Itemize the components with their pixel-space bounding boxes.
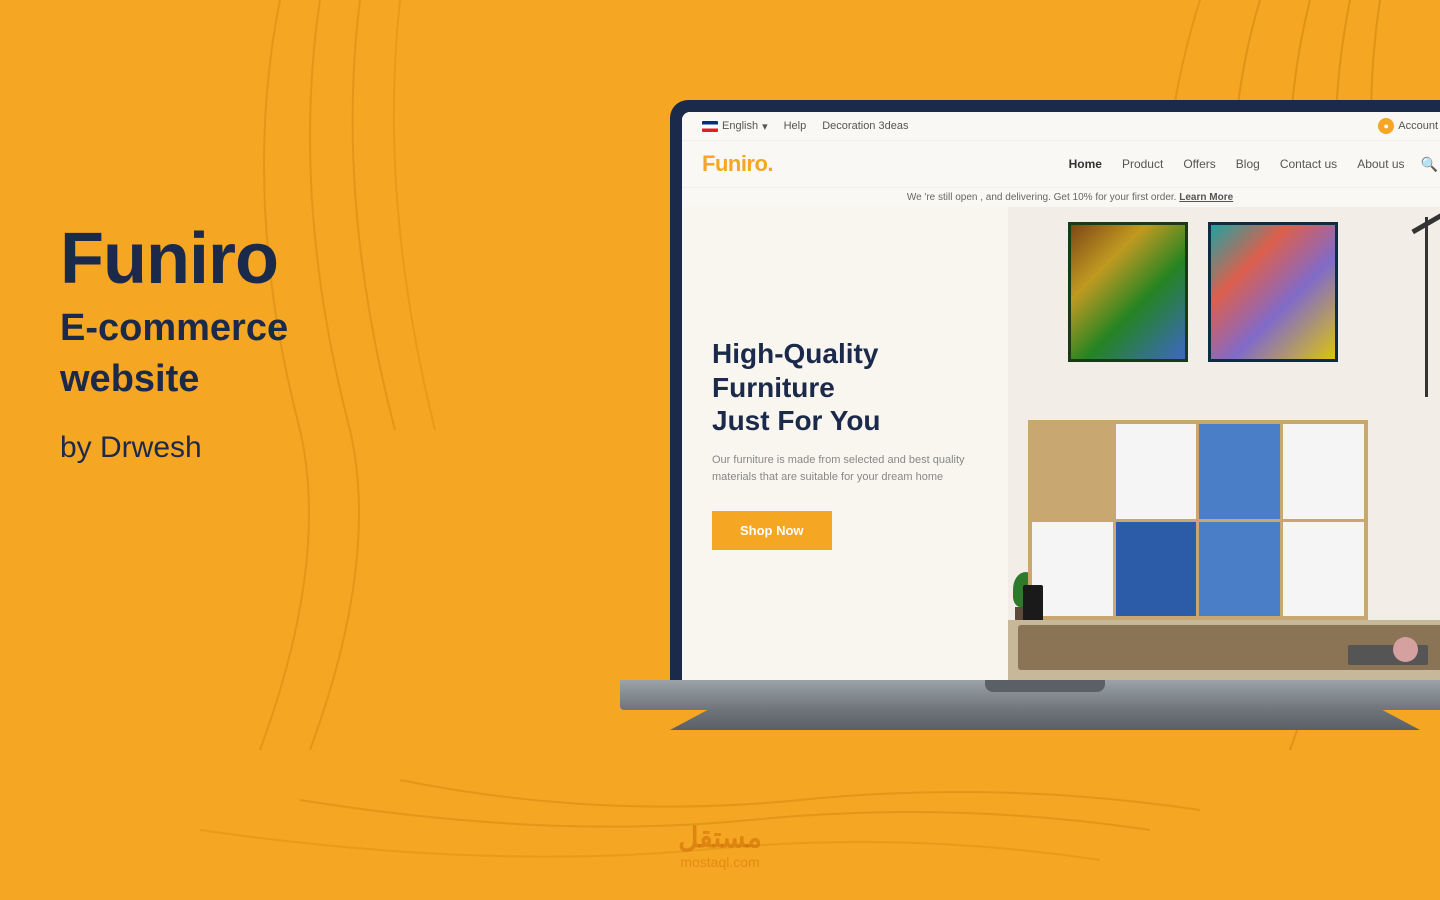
laptop-base [620,680,1440,710]
floor-items [1348,645,1428,665]
hero-left: High-Quality Furniture Just For You Our … [682,207,1008,680]
search-icon[interactable]: 🔍 [1421,156,1438,173]
website-ui: English ▾ Help Decoration 3deas ● Accoun… [682,112,1440,680]
author-byline: by Drwesh [60,431,288,465]
announcement-text: We 're still open , and delivering. Get … [907,192,1177,203]
shelf-cell [1116,522,1197,617]
account-section[interactable]: ● Account [1378,118,1438,134]
hero-title-line1: High-Quality [712,338,878,369]
art-frame-1 [1068,222,1188,362]
decoration-link[interactable]: Decoration 3deas [822,120,908,132]
watermark: مستقل mostaql.com [678,821,762,870]
hero-title-line2: Furniture [712,372,835,403]
hero-section: High-Quality Furniture Just For You Our … [682,207,1440,680]
hero-title: High-Quality Furniture Just For You [712,337,978,438]
nav-links: Home Product Offers Blog Contact us Abou… [1069,157,1405,171]
hero-right [1008,207,1440,680]
help-link[interactable]: Help [784,120,807,132]
watermark-logo-text: مستقل [678,821,762,854]
brand-title-line2: E-commerce [60,307,288,350]
watermark-url-text: mostaql.com [678,854,762,870]
vase [1023,585,1043,625]
shelf-cell [1116,424,1197,519]
floor [1008,620,1440,680]
top-bar: English ▾ Help Decoration 3deas ● Accoun… [682,112,1440,141]
floor-lamp [1425,217,1428,397]
nav-product[interactable]: Product [1122,157,1163,171]
flag-icon [702,121,718,132]
nav-blog[interactable]: Blog [1236,157,1260,171]
nav-contact[interactable]: Contact us [1280,157,1337,171]
laptop-mockup: English ▾ Help Decoration 3deas ● Accoun… [620,100,1440,760]
laptop-stand [670,710,1420,730]
brand-title-line3: website [60,358,288,401]
shelf-cell [1199,424,1280,519]
nav-about[interactable]: About us [1357,157,1404,171]
account-icon: ● [1378,118,1394,134]
furniture-scene [1008,207,1440,680]
learn-more-link[interactable]: Learn More [1179,192,1233,203]
nav-home[interactable]: Home [1069,157,1102,171]
laptop-screen: English ▾ Help Decoration 3deas ● Accoun… [682,112,1440,680]
shelf-cell [1199,522,1280,617]
shelf-cell [1283,522,1364,617]
art-1-painting [1071,225,1185,359]
shelf-cell [1032,522,1113,617]
left-panel: Funiro E-commerce website by Drwesh [60,220,288,465]
nav-offers[interactable]: Offers [1183,157,1215,171]
art-2-painting [1211,225,1335,359]
shelf-cell [1283,424,1364,519]
announcement-bar: We 're still open , and delivering. Get … [682,187,1440,207]
art-frame-2 [1208,222,1338,362]
laptop-notch [985,680,1105,692]
language-selector[interactable]: English ▾ [702,120,768,133]
hero-title-line3: Just For You [712,405,881,436]
shelf-cell [1032,424,1113,519]
shelf-unit [1028,420,1368,620]
navbar: Funiro. Home Product Offers Blog Contact… [682,141,1440,187]
shop-now-button[interactable]: Shop Now [712,511,832,550]
laptop-screen-outer: English ▾ Help Decoration 3deas ● Accoun… [670,100,1440,680]
dropdown-arrow-icon: ▾ [762,120,768,133]
account-label: Account [1398,120,1438,132]
site-logo[interactable]: Funiro. [702,151,773,177]
brand-title-line1: Funiro [60,220,288,299]
hero-description: Our furniture is made from selected and … [712,452,978,487]
shelf-grid [1028,420,1368,620]
language-label: English [722,120,758,132]
